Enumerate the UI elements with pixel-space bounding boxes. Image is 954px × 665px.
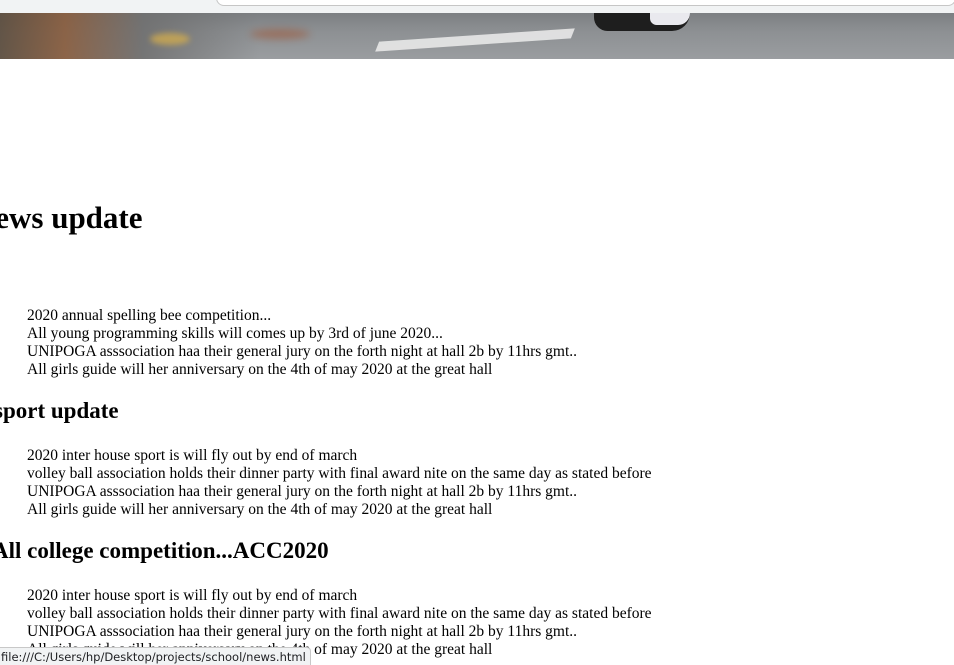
list-item: All girls guide will her anniversary on … — [27, 361, 493, 378]
news-update-heading: news update — [0, 200, 143, 235]
list-item: UNIPOGA asssociation haa their general j… — [27, 343, 578, 360]
list-item: 2020 annual spelling bee competition... — [27, 307, 272, 324]
list-item: UNIPOGA asssociation haa their general j… — [27, 483, 578, 500]
list-item: 2020 inter house sport is will fly out b… — [27, 447, 358, 464]
hero-banner-image — [0, 13, 954, 59]
list-item: volley ball association holds their dinn… — [27, 465, 652, 482]
sport-update-list: 2020 inter house sport is will fly out b… — [27, 447, 652, 519]
page: news update 2020 annual spelling bee com… — [0, 0, 954, 665]
list-item: 2020 inter house sport is will fly out b… — [27, 587, 358, 604]
road-stripe — [375, 28, 575, 52]
address-bar[interactable] — [216, 0, 954, 6]
browser-toolbar — [0, 0, 954, 14]
news-update-list: 2020 annual spelling bee competition... … — [27, 307, 577, 379]
list-item: All young programming skills will comes … — [27, 325, 443, 342]
list-item: UNIPOGA asssociation haa their general j… — [27, 623, 578, 640]
list-item: All girls guide will her anniversary on … — [27, 501, 493, 518]
college-competition-heading: All college competition...ACC2020 — [0, 538, 329, 563]
list-item: volley ball association holds their dinn… — [27, 605, 652, 622]
status-bar-url: file:///C:/Users/hp/Desktop/projects/sch… — [0, 647, 311, 665]
sport-update-heading: sport update — [0, 398, 119, 423]
